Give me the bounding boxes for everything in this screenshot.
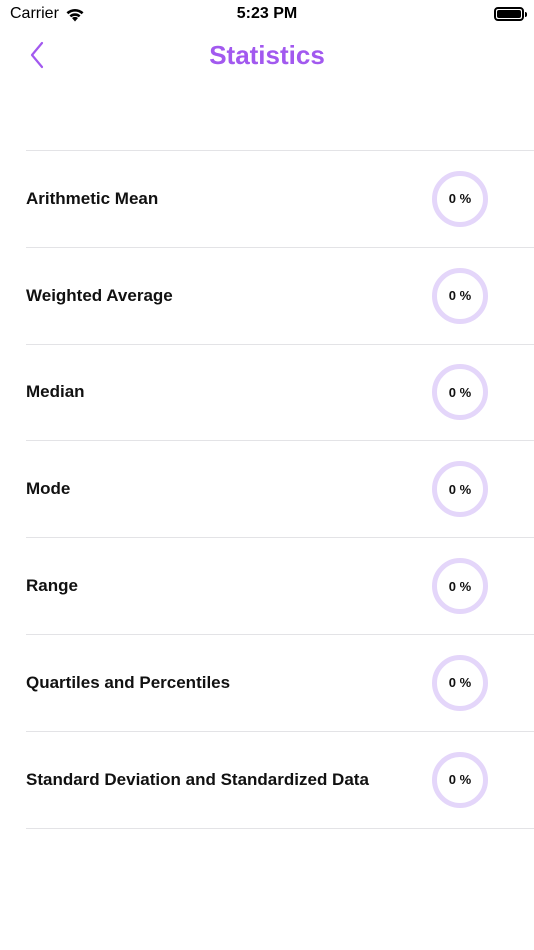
progress-value: 0 % — [448, 288, 472, 304]
progress-value: 0 % — [448, 772, 472, 788]
progress-ring: 0 % — [432, 267, 488, 324]
topic-label: Arithmetic Mean — [26, 188, 159, 208]
list-item[interactable]: Mode 0 % — [26, 441, 534, 539]
battery-icon — [494, 7, 527, 21]
topic-label: Median — [26, 382, 85, 402]
status-bar: Carrier 5:23 PM — [0, 0, 534, 28]
progress-ring: 0 % — [432, 751, 488, 808]
progress-ring: 0 % — [432, 170, 488, 227]
progress-ring: 0 % — [432, 461, 488, 518]
progress-value: 0 % — [448, 481, 472, 497]
progress-ring: 0 % — [432, 654, 488, 711]
progress-ring: 0 % — [432, 364, 488, 421]
list-item[interactable]: Median 0 % — [26, 345, 534, 442]
topic-label: Mode — [26, 479, 71, 499]
progress-value: 0 % — [448, 191, 472, 207]
topic-label: Quartiles and Percentiles — [26, 672, 231, 692]
topic-label: Range — [26, 576, 78, 596]
list-item[interactable]: Quartiles and Percentiles 0 % — [26, 635, 534, 732]
progress-value: 0 % — [448, 675, 472, 691]
progress-value: 0 % — [448, 384, 472, 400]
progress-ring: 0 % — [432, 558, 488, 615]
list-item[interactable]: Arithmetic Mean 0 % — [26, 151, 534, 248]
list-item[interactable]: Weighted Average 0 % — [26, 248, 534, 345]
status-time: 5:23 PM — [236, 5, 298, 22]
progress-value: 0 % — [448, 578, 472, 594]
topic-list: Arithmetic Mean 0 % Weighted Average 0 % Med… — [26, 150, 534, 829]
list-item[interactable]: Standard Deviation and Standardized Data… — [26, 732, 534, 829]
topic-label: Standard Deviation and Standardized Data — [26, 769, 369, 789]
list-item[interactable]: Range 0 % — [26, 538, 534, 635]
page-title: Statistics — [209, 40, 325, 70]
topic-label: Weighted Average — [26, 285, 173, 305]
navigation-bar: Statistics — [0, 28, 534, 82]
